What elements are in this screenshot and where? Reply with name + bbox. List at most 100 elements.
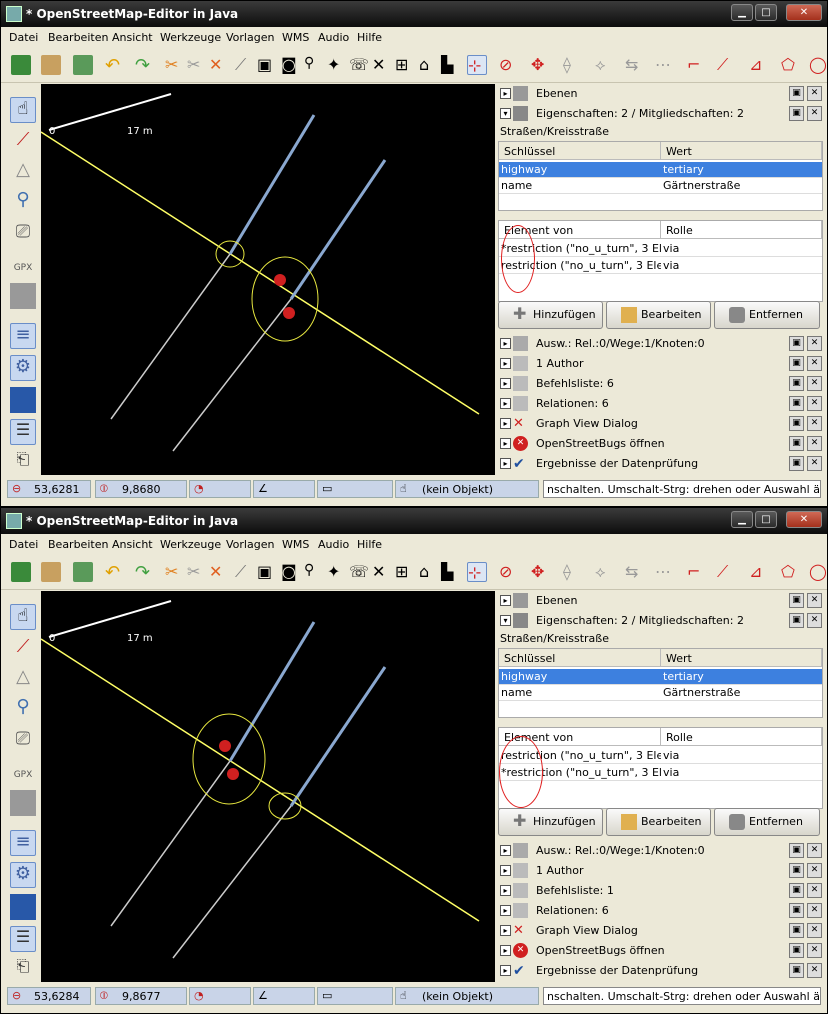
close-icon[interactable]: ✕ [807,356,822,371]
oneway-way-a[interactable] [228,114,316,255]
tool-g-icon[interactable]: ⊿ [749,55,769,75]
select-mode-icon[interactable]: ☝ [10,604,36,630]
list-icon[interactable]: ☰ [10,419,36,445]
cart-icon[interactable]: ⊞ [395,55,415,75]
oneway-way-b[interactable] [289,666,387,807]
edit-button[interactable]: Bearbeiten [606,808,711,836]
properties-dialog-header[interactable]: ▾ Eigenschaften: 2 / Mitgliedschaften: 2… [496,611,826,630]
close-icon[interactable]: ✕ [807,923,822,938]
add-button[interactable]: ✚ Hinzufügen [498,808,603,836]
close-icon[interactable]: ✕ [807,963,822,978]
expand-icon[interactable]: ▸ [500,925,511,936]
cart-icon[interactable]: ⊞ [395,562,415,582]
line-icon[interactable]: ⟋ [235,562,255,582]
close-icon[interactable]: ✕ [807,436,822,451]
selection-dialog-header[interactable]: ▸ Ausw.: Rel.:0/Wege:1/Knoten:0 ▣ ✕ [496,334,826,353]
expand-icon[interactable]: ▸ [500,945,511,956]
map-overview-icon[interactable] [10,790,36,816]
detach-icon[interactable]: ▣ [789,903,804,918]
bugs-dialog-header[interactable]: ▸ ✕ OpenStreetBugs öffnen ▣ ✕ [496,941,826,960]
tag-key[interactable]: highway [499,669,661,685]
relations-dialog-header[interactable]: ▸ Relationen: 6 ▣ ✕ [496,394,826,413]
close-icon[interactable]: ✕ [807,863,822,878]
split-icon[interactable]: ✂ [187,562,207,582]
tools-icon[interactable]: ✕ [372,562,392,582]
tag-key[interactable]: name [499,685,661,701]
menu-wms[interactable]: WMS [282,31,309,44]
menu-werkzeuge[interactable]: Werkzeuge [160,31,221,44]
select-mode-icon[interactable]: ☝ [10,97,36,123]
expand-icon[interactable]: ▸ [500,438,511,449]
tool-d-icon[interactable]: ⋯ [655,55,675,75]
close-icon[interactable]: ✕ [807,613,822,628]
road-tertiary[interactable] [41,638,480,922]
open-icon[interactable] [41,55,61,75]
car-icon[interactable]: ◙ [281,562,301,582]
draw-mode-icon[interactable]: ⟋ [10,129,36,155]
map-canvas[interactable] [41,84,495,475]
menu-werkzeuge[interactable]: Werkzeuge [160,538,221,551]
close-icon[interactable]: ✕ [807,456,822,471]
measure-icon[interactable]: △ [10,159,36,185]
minimize-button[interactable]: ▁ [731,511,753,528]
role-header[interactable]: Rolle [661,728,822,746]
bike-icon[interactable]: ⚲ [304,55,324,75]
restriction-icon-2[interactable] [227,768,239,780]
tool-b-icon[interactable]: ⟡ [595,55,615,75]
close-icon[interactable]: ✕ [807,903,822,918]
tool-f-icon[interactable]: ⟋ [717,562,737,582]
open-icon[interactable] [41,562,61,582]
graph-view-header[interactable]: ▸ ✕ Graph View Dialog ▣ ✕ [496,414,826,433]
expand-icon[interactable]: ▸ [500,338,511,349]
way-a-south[interactable] [110,760,231,927]
close-icon[interactable]: ✕ [807,593,822,608]
upload-icon[interactable] [73,55,93,75]
restriction-icon-2[interactable] [283,307,295,319]
expand-icon[interactable]: ▸ [500,595,511,606]
download-icon[interactable] [11,55,31,75]
close-icon[interactable]: ✕ [807,396,822,411]
menu-vorlagen[interactable]: Vorlagen [226,31,274,44]
oneway-way-b[interactable] [289,159,387,300]
upload-icon[interactable] [73,562,93,582]
detach-icon[interactable]: ▣ [789,376,804,391]
tool-i-icon[interactable]: ◯ [809,55,827,75]
turn-restriction-icon[interactable]: ⊘ [499,55,519,75]
tool-c-icon[interactable]: ⇆ [625,562,645,582]
properties-icon[interactable]: ⚙ [10,862,36,888]
bus-icon[interactable]: ▣ [257,562,277,582]
history-icon[interactable]: ⎗ [10,956,36,982]
membership-table[interactable]: Element von Rolle *restriction ("no_u_tu… [498,220,823,302]
expand-icon[interactable]: ▸ [500,905,511,916]
detach-icon[interactable]: ▣ [789,923,804,938]
list-icon[interactable]: ☰ [10,926,36,952]
member-role[interactable]: via [661,748,822,764]
detach-icon[interactable]: ▣ [789,86,804,101]
tool-h-icon[interactable]: ⬠ [781,55,801,75]
tag-value[interactable]: tertiary [661,162,822,178]
maximize-button[interactable]: □ [755,4,777,21]
expand-icon[interactable]: ▸ [500,398,511,409]
map-view[interactable]: 0 17 m [41,84,495,475]
expand-icon[interactable]: ▸ [500,358,511,369]
select-icon[interactable]: ⊹ [467,55,487,75]
zoom-icon[interactable]: ⚲ [10,189,36,215]
menu-hilfe[interactable]: Hilfe [357,538,382,551]
oneway-way-a[interactable] [228,621,316,762]
tool-e-icon[interactable]: ⌐ [687,562,707,582]
graph-view-header[interactable]: ▸ ✕ Graph View Dialog ▣ ✕ [496,921,826,940]
way-a-south[interactable] [110,253,231,420]
collapse-icon[interactable]: ▾ [500,108,511,119]
split-icon[interactable]: ✂ [187,55,207,75]
pedestrian-icon[interactable]: ✦ [327,562,347,582]
member-role[interactable]: via [661,258,822,274]
close-icon[interactable]: ✕ [807,376,822,391]
detach-icon[interactable]: ▣ [789,106,804,121]
menu-audio[interactable]: Audio [318,538,349,551]
layers-icon[interactable]: ≡ [10,323,36,349]
menu-vorlagen[interactable]: Vorlagen [226,538,274,551]
menu-ansicht[interactable]: Ansicht [112,538,153,551]
redo-icon[interactable]: ↷ [135,562,155,583]
tool-a-icon[interactable]: ⟠ [563,55,583,75]
building-icon[interactable]: ⌂ [419,562,439,582]
